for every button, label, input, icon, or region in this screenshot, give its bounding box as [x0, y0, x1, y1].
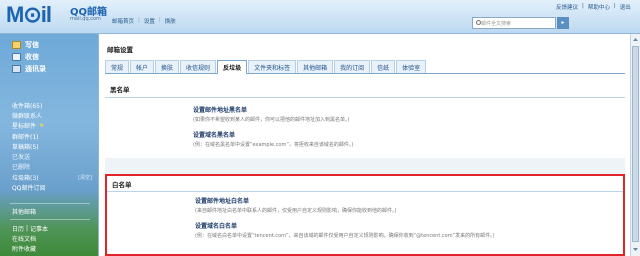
top-bar: M⊙il QQ邮箱 mail.qq.com 邮箱首页 | 设置 | 换肤 反馈建… — [0, 0, 640, 34]
tab-other-mailboxes[interactable]: 其他邮箱 — [297, 60, 334, 73]
top-links: 邮箱首页 | 设置 | 换肤 — [112, 17, 176, 25]
tool-attachments[interactable]: 附件收藏 — [12, 244, 96, 254]
divider: | — [26, 224, 29, 232]
whitelist-address-desc: (来自邮件地址白名单中联系人的邮件，仅受用户自定义规则影响，确保你能收到他的邮件… — [195, 208, 397, 214]
sidebar-item-label: 通讯录 — [25, 65, 46, 73]
whitelist-heading: 白名单 — [112, 181, 132, 189]
scrollbar-thumb[interactable] — [632, 46, 639, 242]
tab-skin[interactable]: 换肤 — [155, 60, 180, 73]
divider — [105, 97, 625, 98]
settings-tabs: 常规 帐户 换肤 收信规则 反垃圾 文件夹和标签 其他邮箱 我的订阅 信纸 体验… — [105, 60, 625, 74]
search-icon — [476, 20, 481, 25]
whitelist-domain-link[interactable]: 设置域名白名单 — [195, 221, 237, 230]
divider — [10, 203, 90, 204]
sidebar-item-label: 写信 — [25, 41, 39, 49]
empty-spam-link[interactable]: [清空] — [78, 174, 92, 181]
other-mailboxes-header[interactable]: 其他邮箱 — [12, 206, 36, 216]
logout-link[interactable]: 退出 — [620, 3, 631, 11]
divider: | — [582, 3, 584, 9]
blacklist-address-desc: (如果你不希望收到某人的邮件，你可以把他的邮件地址加入到黑名单。) — [193, 117, 350, 123]
folder-label: 垃圾箱(3) — [12, 174, 39, 182]
top-link-settings[interactable]: 设置 — [144, 17, 155, 25]
settings-panel: 邮箱设置 常规 帐户 换肤 收信规则 反垃圾 文件夹和标签 其他邮箱 我的订阅 … — [98, 34, 630, 256]
scroll-down-icon[interactable] — [632, 246, 639, 253]
qq-mail-logo[interactable]: M⊙il — [6, 2, 68, 30]
divider: | — [158, 17, 161, 23]
tab-stationery[interactable]: 信纸 — [371, 60, 396, 73]
folder-weiqun[interactable]: 微群联系人 — [12, 110, 96, 120]
page-title: 邮箱设置 — [107, 46, 133, 54]
folder-sent[interactable]: 已发送 — [12, 151, 96, 161]
folder-group-mail[interactable]: 群邮件(1) — [12, 131, 96, 141]
tab-labs[interactable]: 体验室 — [396, 60, 427, 73]
sidebar-item-label: 收信 — [25, 53, 39, 61]
contacts-icon — [12, 65, 21, 73]
top-link-skin[interactable]: 换肤 — [165, 17, 176, 25]
tab-antispam[interactable]: 反垃圾 — [217, 60, 248, 74]
folder-inbox[interactable]: 收件箱(65) — [12, 100, 96, 110]
tool-calendar-notepad[interactable]: 日历 | 记事本 — [12, 223, 96, 233]
notepad-link[interactable]: 记事本 — [30, 224, 48, 233]
divider: | — [138, 17, 140, 23]
calendar-link[interactable]: 日历 — [12, 224, 24, 233]
blacklist-address-link[interactable]: 设置邮件地址黑名单 — [193, 105, 247, 114]
tab-account[interactable]: 帐户 — [130, 60, 155, 73]
blacklist-domain-desc: (例：在域名黑名单中设置“example.com”，将拒收来自该域名的邮件。) — [193, 142, 354, 148]
divider — [107, 191, 623, 192]
blacklist-domain-link[interactable]: 设置域名黑名单 — [193, 130, 235, 139]
star-icon: ★ — [39, 122, 45, 130]
feedback-link[interactable]: 反馈建议 — [556, 3, 578, 11]
folder-list: 收件箱(65) 微群联系人 星标邮件 ★ 群邮件(1) 草稿箱(5) 已发送 已… — [12, 100, 96, 193]
folder-spam[interactable]: 垃圾箱(3) [清空] — [12, 172, 96, 182]
inbox-icon — [12, 53, 21, 61]
tools-list: 日历 | 记事本 在线文档 附件收藏 — [12, 223, 96, 254]
search-input[interactable]: 邮件全文搜索 — [472, 17, 556, 29]
scroll-up-icon[interactable] — [632, 36, 639, 43]
section-gap — [105, 158, 625, 175]
sidebar-item-write[interactable]: 写信 — [12, 39, 98, 51]
search-button[interactable]: ▸ — [557, 17, 569, 29]
logo-mark: M⊙il — [6, 2, 52, 27]
whitelist-domain-desc: (例：在域名白名单中设置“tencent.com”，来自该域的邮件仅受用户自定义… — [195, 233, 495, 239]
tab-rules[interactable]: 收信规则 — [180, 60, 217, 73]
folder-subscriptions[interactable]: QQ邮件订阅 — [12, 182, 96, 192]
sidebar-item-receive[interactable]: 收信 — [12, 51, 98, 63]
divider — [10, 219, 90, 220]
top-right-links: 反馈建议 | 帮助中心 | 退出 — [556, 3, 631, 11]
tab-general[interactable]: 常规 — [105, 60, 130, 73]
blacklist-heading: 黑名单 — [110, 86, 130, 94]
pencil-icon — [12, 41, 21, 49]
help-link[interactable]: 帮助中心 — [588, 3, 610, 11]
folder-drafts[interactable]: 草稿箱(5) — [12, 141, 96, 151]
folder-label: 星标邮件 — [12, 123, 37, 131]
folder-starred[interactable]: 星标邮件 ★ — [12, 121, 96, 131]
top-link-home[interactable]: 邮箱首页 — [112, 17, 134, 25]
tool-online-docs[interactable]: 在线文档 — [12, 233, 96, 243]
vertical-scrollbar[interactable] — [630, 34, 640, 256]
folder-deleted[interactable]: 已删除 — [12, 162, 96, 172]
sidebar-main-actions: 写信 收信 通讯录 — [0, 34, 98, 75]
tab-subscriptions[interactable]: 我的订阅 — [334, 60, 371, 73]
whitelist-address-link[interactable]: 设置邮件地址白名单 — [195, 196, 249, 205]
divider: | — [613, 3, 616, 9]
whitelist-section: 白名单 设置邮件地址白名单 (来自邮件地址白名单中联系人的邮件，仅受用户自定义规… — [105, 174, 625, 256]
logo-domain: mail.qq.com — [70, 16, 101, 22]
sidebar-item-contacts[interactable]: 通讯录 — [12, 63, 98, 75]
sidebar: 写信 收信 通讯录 收件箱(65) 微群联系人 星标邮件 ★ 群邮件(1) 草稿… — [0, 34, 98, 256]
tab-folders-labels[interactable]: 文件夹和标签 — [248, 60, 297, 73]
